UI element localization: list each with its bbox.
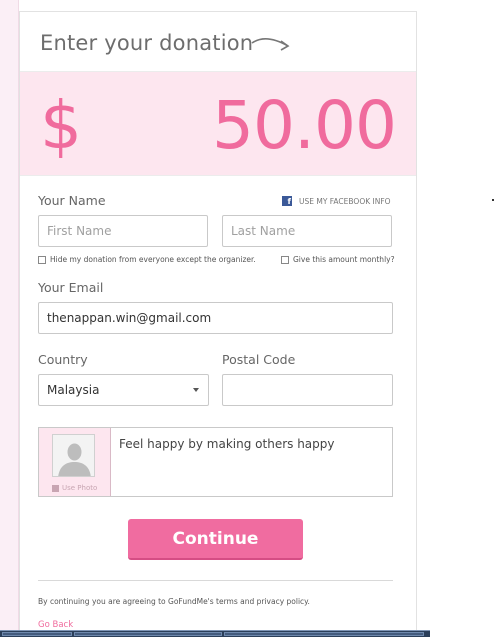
your-name-label: Your Name — [38, 193, 106, 208]
last-name-field[interactable]: Last Name — [222, 215, 392, 247]
donation-header: Enter your donation — [20, 12, 416, 72]
last-name-placeholder: Last Name — [231, 224, 296, 238]
taskbar-item[interactable] — [224, 632, 424, 636]
taskbar-item[interactable] — [74, 632, 222, 636]
email-field[interactable]: thenappan.win@gmail.com — [38, 302, 393, 334]
facebook-icon: f — [282, 196, 292, 206]
chevron-down-icon — [193, 388, 199, 392]
photo-panel[interactable]: Use Photo — [39, 428, 111, 496]
use-facebook-info-link[interactable]: f USE MY FACEBOOK INFO — [282, 196, 391, 206]
comment-text[interactable]: Feel happy by making others happy — [119, 437, 335, 451]
currency-symbol: $ — [40, 87, 82, 164]
facebook-link-label: USE MY FACEBOOK INFO — [299, 196, 391, 206]
first-name-placeholder: First Name — [47, 224, 112, 238]
hide-donation-checkbox[interactable] — [38, 255, 46, 264]
comment-box[interactable]: Use Photo Feel happy by making others ha… — [38, 427, 393, 497]
country-label: Country — [38, 352, 88, 367]
hide-donation-option[interactable]: Hide my donation from everyone except th… — [38, 255, 256, 264]
donation-amount-input[interactable]: 50.00 — [212, 86, 397, 166]
country-selected-value: Malaysia — [47, 383, 100, 397]
country-select[interactable]: Malaysia — [38, 374, 209, 406]
page-title: Enter your donation — [40, 31, 254, 55]
your-email-label: Your Email — [38, 280, 104, 295]
page-left-margin — [0, 0, 19, 636]
divider — [38, 580, 393, 581]
donation-card: Enter your donation $ 50.00 Your Name f … — [19, 11, 417, 637]
use-photo-link[interactable]: Use Photo — [52, 484, 97, 492]
monthly-option[interactable]: Give this amount monthly? — [281, 255, 395, 264]
decorative-dot — [492, 199, 494, 201]
taskbar-item[interactable] — [2, 632, 72, 636]
curved-arrow-icon — [251, 37, 290, 51]
use-photo-label: Use Photo — [62, 484, 98, 492]
avatar[interactable] — [52, 434, 95, 477]
go-back-link[interactable]: Go Back — [38, 620, 73, 630]
email-value: thenappan.win@gmail.com — [47, 311, 212, 325]
monthly-label: Give this amount monthly? — [293, 255, 395, 264]
postal-code-label: Postal Code — [222, 352, 296, 367]
hide-donation-label: Hide my donation from everyone except th… — [50, 255, 256, 264]
user-silhouette-icon — [53, 435, 94, 476]
terms-text: By continuing you are agreeing to GoFund… — [38, 597, 310, 606]
postal-code-field[interactable] — [222, 374, 393, 406]
donation-amount-band[interactable]: $ 50.00 — [20, 72, 416, 175]
continue-button[interactable]: Continue — [128, 519, 303, 560]
first-name-field[interactable]: First Name — [38, 215, 208, 247]
monthly-checkbox[interactable] — [281, 255, 289, 264]
facebook-icon — [52, 484, 59, 492]
divider — [20, 175, 416, 176]
